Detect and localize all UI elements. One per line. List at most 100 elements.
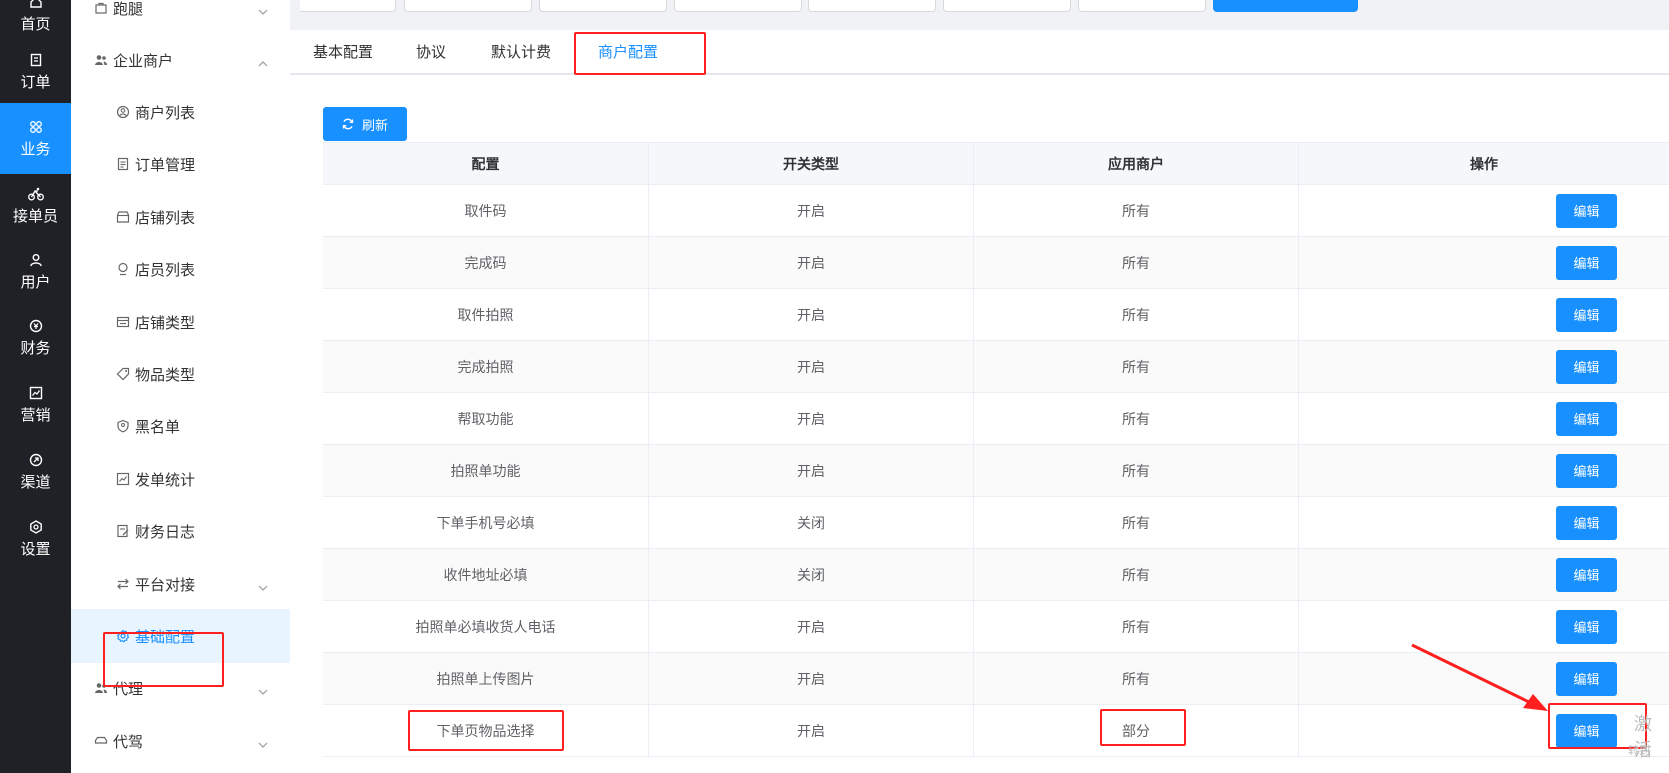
submenu-item-5[interactable]: 店员列表 xyxy=(71,242,290,296)
top-tag-6[interactable] xyxy=(943,0,1071,12)
table-row: 拍照单功能 开启 所有 编辑 xyxy=(323,445,1669,497)
edit-button[interactable]: 编辑 xyxy=(1556,505,1617,540)
submenu-item-6[interactable]: 店铺类型 xyxy=(71,295,290,349)
rail-item-label: 接单员 xyxy=(12,206,58,225)
tab-basic-config[interactable]: 基本配置 xyxy=(313,30,373,75)
table-row: 下单手机号必填 关闭 所有 编辑 xyxy=(323,497,1669,549)
switch-icon xyxy=(115,576,131,592)
top-tag-4[interactable] xyxy=(674,0,802,12)
list-icon xyxy=(115,314,131,330)
header-merchant: 应用商户 xyxy=(974,143,1299,184)
rail-item-label: 渠道 xyxy=(20,472,51,491)
shield-icon xyxy=(115,418,131,434)
top-tag-5[interactable] xyxy=(808,0,936,12)
rail-item-7[interactable]: 渠道 xyxy=(0,436,71,507)
edit-button[interactable]: 编辑 xyxy=(1556,349,1617,384)
users-icon xyxy=(93,52,109,68)
chart-icon xyxy=(28,385,44,401)
cell-config: 拍照单必填收货人电话 xyxy=(323,601,649,652)
cell-config: 完成拍照 xyxy=(323,341,649,392)
rail-item-label: 财务 xyxy=(20,338,51,357)
cell-actions: 编辑 xyxy=(1299,341,1669,392)
submenu-item-label: 基础配置 xyxy=(135,627,196,646)
tab-agreement[interactable]: 协议 xyxy=(416,30,446,75)
submenu-item-14[interactable]: 代驾 xyxy=(71,714,290,768)
cell-switch-type: 开启 xyxy=(649,341,974,392)
submenu-item-label: 店铺列表 xyxy=(135,208,196,227)
submenu-item-13[interactable]: 代理 xyxy=(71,661,290,715)
top-tag-3[interactable] xyxy=(539,0,667,12)
trend-icon xyxy=(115,471,131,487)
edit-button[interactable]: 编辑 xyxy=(1556,713,1617,748)
submenu-item-0[interactable]: 跑腿 xyxy=(71,0,290,35)
cell-config: 收件地址必填 xyxy=(323,549,649,600)
refresh-icon xyxy=(342,118,354,130)
top-tag-active[interactable] xyxy=(1213,0,1358,12)
edit-button[interactable]: 编辑 xyxy=(1556,193,1617,228)
cell-switch-type: 关闭 xyxy=(649,549,974,600)
edit-button[interactable]: 编辑 xyxy=(1556,557,1617,592)
cell-switch-type: 开启 xyxy=(649,393,974,444)
order-icon xyxy=(28,52,44,68)
submenu-item-2[interactable]: 商户列表 xyxy=(71,85,290,139)
cell-config: 下单手机号必填 xyxy=(323,497,649,548)
submenu-item-11[interactable]: 平台对接 xyxy=(71,557,290,611)
active-tab-underline xyxy=(576,73,662,75)
submenu-item-9[interactable]: 发单统计 xyxy=(71,452,290,506)
gear-icon xyxy=(115,628,131,644)
cell-switch-type: 开启 xyxy=(649,601,974,652)
submenu-item-10[interactable]: 财务日志 xyxy=(71,504,290,558)
edit-button[interactable]: 编辑 xyxy=(1556,401,1617,436)
submenu-panel: 跑腿企业商户商户列表订单管理店铺列表店员列表 店铺类型 物品类型 黑名单发单统计财务日… xyxy=(71,0,290,773)
submenu-item-label: 代驾 xyxy=(113,732,144,751)
submenu-item-7[interactable]: 物品类型 xyxy=(71,347,290,401)
tag-icon xyxy=(115,366,131,382)
rail-item-label: 营销 xyxy=(20,405,51,424)
submenu-item-label: 发单统计 xyxy=(135,470,196,489)
cell-actions: 编辑 xyxy=(1299,393,1669,444)
edit-button[interactable]: 编辑 xyxy=(1556,609,1617,644)
top-tag-2[interactable] xyxy=(404,0,532,12)
cell-switch-type: 关闭 xyxy=(649,497,974,548)
submenu-item-8[interactable]: 黑名单 xyxy=(71,399,290,453)
rail-item-1[interactable]: 订单 xyxy=(0,36,71,107)
top-tag-7[interactable] xyxy=(1078,0,1206,12)
cell-merchant: 所有 xyxy=(974,497,1299,548)
rail-item-8[interactable]: 设置 xyxy=(0,503,71,574)
submenu-item-label: 订单管理 xyxy=(135,155,196,174)
refresh-label: 刷新 xyxy=(361,118,388,134)
cell-switch-type: 开启 xyxy=(649,289,974,340)
top-tag-1[interactable] xyxy=(300,0,396,12)
cell-config: 取件拍照 xyxy=(323,289,649,340)
edit-button[interactable]: 编辑 xyxy=(1556,297,1617,332)
table-row: 取件码 开启 所有 编辑 xyxy=(323,185,1669,237)
rail-item-4[interactable]: 用户 xyxy=(0,236,71,307)
cell-merchant: 所有 xyxy=(974,341,1299,392)
edit-button[interactable]: 编辑 xyxy=(1556,453,1617,488)
edit-button[interactable]: 编辑 xyxy=(1556,661,1617,696)
table-row: 取件拍照 开启 所有 编辑 xyxy=(323,289,1669,341)
chevron-down-icon xyxy=(258,683,268,695)
tab-default-billing[interactable]: 默认计费 xyxy=(491,30,551,75)
submenu-item-label: 跑腿 xyxy=(113,0,144,18)
bike-icon xyxy=(27,186,44,202)
rail-item-5[interactable]: 财务 xyxy=(0,302,71,373)
config-tabs: 基本配置 协议 默认计费 商户配置 xyxy=(290,30,1669,75)
submenu-item-label: 商户列表 xyxy=(135,103,196,122)
rail-item-3[interactable]: 接单员 xyxy=(0,170,71,241)
main-nav-rail: 首页 订单 业务 接单员 用户 财务 营销 渠道 设置 xyxy=(0,0,71,773)
submenu-item-3[interactable]: 订单管理 xyxy=(71,137,290,191)
submenu-item-1[interactable]: 企业商户 xyxy=(71,33,290,87)
rail-item-6[interactable]: 营销 xyxy=(0,369,71,440)
cell-config: 拍照单功能 xyxy=(323,445,649,496)
chevron-down-icon xyxy=(258,736,268,748)
cell-actions: 编辑 xyxy=(1299,289,1669,340)
edit-button[interactable]: 编辑 xyxy=(1556,245,1617,280)
cell-merchant: 所有 xyxy=(974,549,1299,600)
submenu-item-4[interactable]: 店铺列表 xyxy=(71,190,290,244)
location-icon xyxy=(115,261,131,277)
refresh-button[interactable]: 刷新 xyxy=(323,107,407,141)
submenu-item-12[interactable]: 基础配置 xyxy=(71,609,290,663)
rail-item-2[interactable]: 业务 xyxy=(0,103,71,174)
tab-merchant-config[interactable]: 商户配置 xyxy=(598,30,658,75)
